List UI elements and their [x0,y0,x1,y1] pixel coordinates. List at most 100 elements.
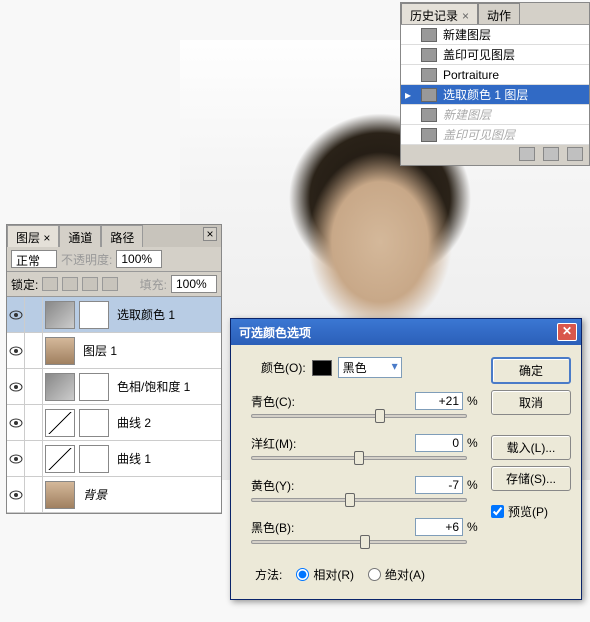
dialog-titlebar[interactable]: 可选颜色选项 ✕ [231,319,581,345]
visibility-toggle[interactable] [7,405,25,440]
layer-name[interactable]: 曲线 2 [117,414,151,431]
selective-color-dialog: 可选颜色选项 ✕ 颜色(O): 黑色 青色(C):+21% 洋红(M):0% 黄… [230,318,582,600]
method-label: 方法: [255,566,282,583]
close-icon[interactable]: × [43,231,50,245]
layer-name[interactable]: 背景 [83,486,107,503]
cyan-slider[interactable] [251,414,467,418]
layer-thumb[interactable] [45,481,75,509]
history-item[interactable]: 新建图层 [401,105,589,125]
fill-label: 填充: [140,276,167,293]
link-col[interactable] [25,333,43,368]
tab-history[interactable]: 历史记录× [401,3,478,24]
lock-all-icon[interactable] [102,277,118,291]
blend-row: 正常 不透明度: 100% [7,247,221,272]
history-tabs: 历史记录× 动作 [401,3,589,25]
layer-name[interactable]: 选取颜色 1 [117,306,175,323]
visibility-toggle[interactable] [7,369,25,404]
layer-mask[interactable] [79,301,109,329]
layer-thumb[interactable] [45,337,75,365]
tab-actions[interactable]: 动作 [478,3,520,24]
history-item-selected[interactable]: ▸选取颜色 1 图层 [401,85,589,105]
layers-tabs: 图层 × 通道 路径 [7,225,221,247]
slider-thumb[interactable] [354,451,364,465]
layer-mask[interactable] [79,409,109,437]
lock-transparent-icon[interactable] [42,277,58,291]
visibility-toggle[interactable] [7,477,25,512]
layer-name[interactable]: 色相/饱和度 1 [117,378,190,395]
layer-row[interactable]: 图层 1 [7,333,221,369]
tab-layers[interactable]: 图层 × [7,225,59,247]
link-col[interactable] [25,477,43,512]
save-button[interactable]: 存储(S)... [491,466,571,491]
fill-input[interactable]: 100% [171,275,217,293]
opacity-input[interactable]: 100% [116,250,162,268]
link-col[interactable] [25,405,43,440]
black-slider[interactable] [251,540,467,544]
close-button[interactable]: ✕ [557,323,577,341]
black-input[interactable]: +6 [415,518,463,536]
slider-thumb[interactable] [375,409,385,423]
link-col[interactable] [25,369,43,404]
close-icon[interactable]: × [462,9,469,23]
layer-row[interactable]: 选取颜色 1 [7,297,221,333]
new-doc-icon[interactable] [543,147,559,161]
link-col[interactable] [25,441,43,476]
black-row: 黑色(B):+6% [241,518,481,544]
magenta-row: 洋红(M):0% [241,434,481,460]
tab-paths[interactable]: 路径 [101,225,143,247]
visibility-toggle[interactable] [7,441,25,476]
layer-icon [421,108,437,122]
plugin-icon [421,68,437,82]
lock-pixels-icon[interactable] [62,277,78,291]
color-swatch [312,360,332,376]
layer-name[interactable]: 曲线 1 [117,450,151,467]
history-item[interactable]: 盖印可见图层 [401,125,589,145]
layer-thumb[interactable] [45,373,75,401]
layer-name[interactable]: 图层 1 [83,342,117,359]
trash-icon[interactable] [567,147,583,161]
close-icon[interactable]: × [203,227,217,241]
load-button[interactable]: 载入(L)... [491,435,571,460]
history-item[interactable]: 新建图层 [401,25,589,45]
magenta-input[interactable]: 0 [415,434,463,452]
ok-button[interactable]: 确定 [491,357,571,384]
slider-thumb[interactable] [360,535,370,549]
absolute-radio[interactable]: 绝对(A) [368,566,425,583]
layer-icon [421,28,437,42]
blend-mode-select[interactable]: 正常 [11,250,57,268]
layer-mask[interactable] [79,373,109,401]
layer-row[interactable]: 曲线 1 [7,441,221,477]
history-panel: 历史记录× 动作 新建图层 盖印可见图层 Portraiture ▸选取颜色 1… [400,2,590,166]
relative-radio[interactable]: 相对(R) [296,566,354,583]
magenta-label: 洋红(M): [251,435,296,452]
magenta-slider[interactable] [251,456,467,460]
stamp-icon [421,48,437,62]
layer-thumb[interactable] [45,409,75,437]
preview-checkbox[interactable]: 预览(P) [491,503,571,520]
tab-channels[interactable]: 通道 [59,225,101,247]
yellow-slider[interactable] [251,498,467,502]
layer-row[interactable]: 曲线 2 [7,405,221,441]
yellow-label: 黄色(Y): [251,477,294,494]
layer-mask[interactable] [79,445,109,473]
yellow-row: 黄色(Y):-7% [241,476,481,502]
yellow-input[interactable]: -7 [415,476,463,494]
adjust-icon [421,88,437,102]
history-list: 新建图层 盖印可见图层 Portraiture ▸选取颜色 1 图层 新建图层 … [401,25,589,145]
layer-row[interactable]: 色相/饱和度 1 [7,369,221,405]
history-item[interactable]: 盖印可见图层 [401,45,589,65]
layer-thumb[interactable] [45,301,75,329]
history-item[interactable]: Portraiture [401,65,589,85]
lock-position-icon[interactable] [82,277,98,291]
slider-thumb[interactable] [345,493,355,507]
color-dropdown[interactable]: 黑色 [338,357,402,378]
opacity-label: 不透明度: [61,251,112,268]
layer-thumb[interactable] [45,445,75,473]
visibility-toggle[interactable] [7,333,25,368]
visibility-toggle[interactable] [7,297,25,332]
link-col[interactable] [25,297,43,332]
snapshot-icon[interactable] [519,147,535,161]
layer-row[interactable]: 背景 [7,477,221,513]
cancel-button[interactable]: 取消 [491,390,571,415]
cyan-input[interactable]: +21 [415,392,463,410]
